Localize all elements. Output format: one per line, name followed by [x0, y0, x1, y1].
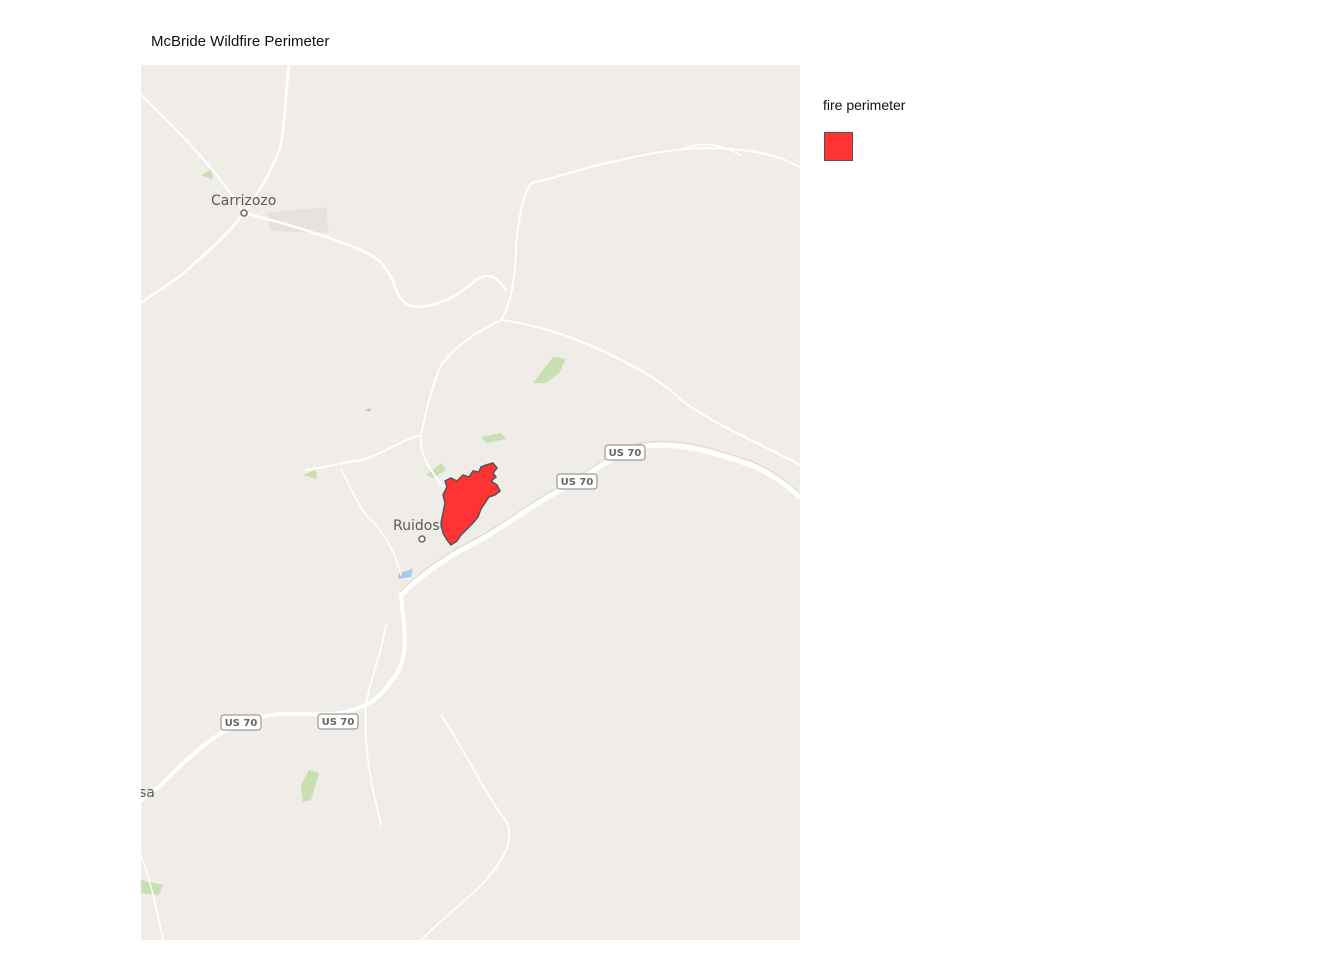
road-north — [500, 147, 800, 321]
route-shield: US 70 — [220, 714, 262, 731]
vegetation-patch — [533, 357, 566, 383]
map-title: McBride Wildfire Perimeter — [151, 33, 330, 50]
road-carrizozo-north — [242, 65, 291, 215]
route-shield-label: US 70 — [561, 477, 594, 488]
legend-title: fire perimeter — [823, 97, 906, 113]
road-ruidoso-northwest — [305, 434, 422, 471]
vegetation-areas — [141, 170, 566, 895]
route-shield: US 70 — [556, 473, 598, 490]
road-local — [340, 469, 402, 576]
vegetation-patch — [481, 433, 506, 443]
basemap: Carrizozo Ruidoso sa US 70 US 70 US 70 U… — [141, 65, 800, 940]
road-us70-west — [141, 593, 407, 802]
route-shield: US 70 — [317, 713, 359, 730]
road-carrizozo-southwest — [141, 211, 246, 305]
route-shield: US 70 — [604, 444, 646, 461]
place-label-partial: sa — [141, 785, 155, 801]
vegetation-patch — [303, 470, 317, 479]
vegetation-patch — [201, 170, 213, 180]
place-marker-ruidoso — [418, 535, 426, 543]
town-area — [266, 207, 329, 233]
legend-swatch-fire-perimeter — [824, 132, 853, 161]
place-marker-carrizozo — [240, 209, 248, 217]
map-view[interactable]: Carrizozo Ruidoso sa US 70 US 70 US 70 U… — [141, 65, 800, 940]
route-shield-label: US 70 — [225, 718, 258, 729]
route-shield-label: US 70 — [609, 448, 642, 459]
lake — [365, 408, 371, 412]
road-southwest-edge — [141, 854, 164, 940]
place-label-carrizozo: Carrizozo — [211, 193, 276, 209]
road-central — [419, 319, 502, 486]
road-south-east — [420, 714, 511, 940]
vegetation-patch — [301, 770, 319, 802]
route-shield-label: US 70 — [322, 717, 355, 728]
road-ruidoso-south — [364, 624, 387, 826]
water-bodies — [365, 408, 413, 579]
place-labels: Carrizozo Ruidoso sa — [141, 193, 448, 801]
place-label-ruidoso: Ruidoso — [393, 518, 448, 534]
